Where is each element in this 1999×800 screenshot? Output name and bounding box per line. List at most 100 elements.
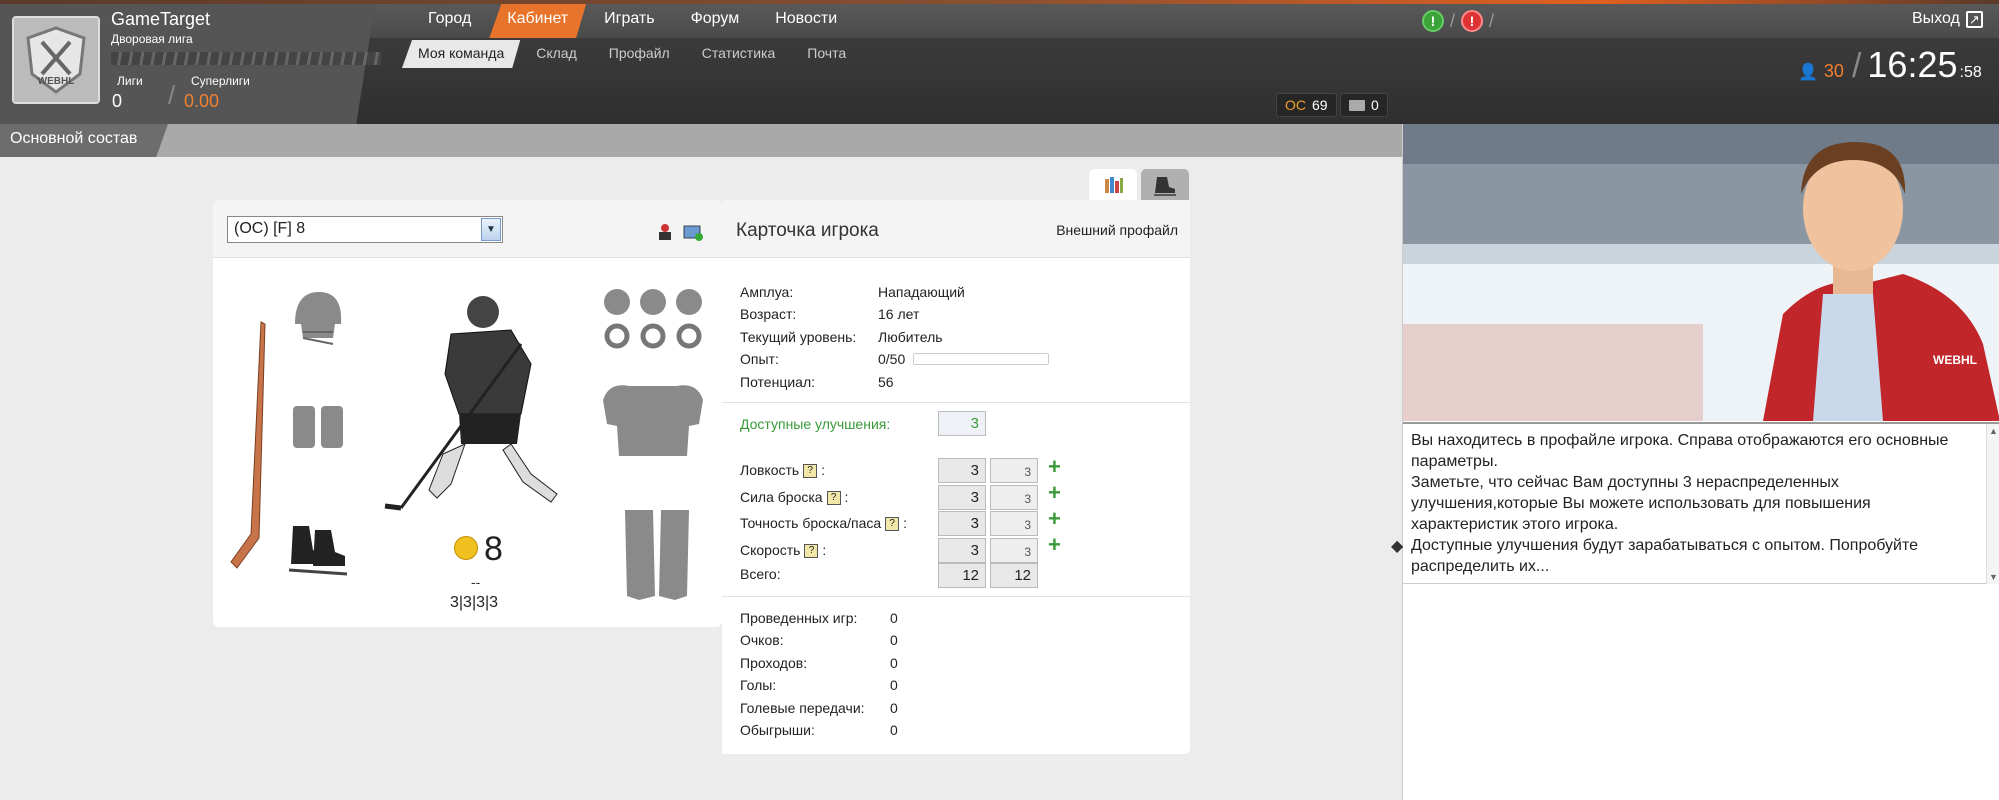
gloves-slot-icon[interactable] bbox=[291, 404, 347, 452]
team-logo[interactable]: WEBHL bbox=[12, 16, 100, 104]
league-progress-bar bbox=[111, 52, 381, 65]
scroll-down-icon[interactable]: ▼ bbox=[1989, 572, 1998, 582]
help-icon[interactable]: ? bbox=[803, 464, 818, 479]
tab-equipment-view[interactable] bbox=[1141, 169, 1189, 201]
player-dashes: -- bbox=[471, 574, 481, 590]
skill-colon: : bbox=[844, 489, 849, 505]
skill-current: 3 bbox=[990, 485, 1038, 510]
skill-current: 3 bbox=[990, 458, 1038, 483]
player-transfer-icon[interactable] bbox=[655, 222, 675, 242]
skill-row-accuracy: Точность броска/паса? : bbox=[740, 515, 907, 532]
subnav-item-warehouse[interactable]: Склад bbox=[520, 40, 593, 68]
skill-base: 3 bbox=[938, 538, 986, 563]
superleagues-label: Суперлиги bbox=[191, 74, 250, 88]
card-header: (ОС) [F] 8 ▼ bbox=[213, 200, 722, 258]
help-icon[interactable]: ? bbox=[826, 491, 841, 506]
add-skill-button[interactable]: + bbox=[1048, 506, 1061, 532]
info-label: Возраст: bbox=[740, 306, 797, 322]
stat-value: 0 bbox=[890, 677, 898, 693]
help-icon[interactable]: ? bbox=[804, 544, 819, 559]
message-line: Заметьте, что сейчас Вам доступны 3 нера… bbox=[1411, 474, 1871, 533]
message-line: Доступные улучшения будут зарабатываться… bbox=[1411, 537, 1919, 575]
separator-slash: / bbox=[168, 80, 176, 110]
info-value: 0/50 bbox=[878, 351, 906, 367]
smiley-mood-icon bbox=[454, 536, 478, 560]
subnav-item-my-team[interactable]: Моя команда bbox=[402, 40, 520, 68]
helmet-slot-icon[interactable] bbox=[289, 288, 345, 352]
player-figure bbox=[384, 296, 558, 511]
tab-stats-view[interactable] bbox=[1089, 169, 1137, 201]
upgrades-label: Доступные улучшения: bbox=[740, 416, 891, 432]
total-current: 12 bbox=[990, 563, 1038, 588]
username[interactable]: GameTarget bbox=[111, 9, 210, 30]
total-label: Всего: bbox=[740, 566, 781, 582]
external-profile-link[interactable]: Внешний профайл bbox=[1056, 222, 1178, 238]
nav-item-play[interactable]: Играть bbox=[586, 4, 672, 38]
coach-image: WEBHL bbox=[1403, 124, 1999, 421]
nav-item-forum[interactable]: Форум bbox=[673, 4, 758, 38]
subnav-item-statistics[interactable]: Статистика bbox=[686, 40, 792, 68]
nav-item-city[interactable]: Город bbox=[410, 4, 489, 38]
subnav-item-profile[interactable]: Профайл bbox=[593, 40, 686, 68]
info-value: 56 bbox=[878, 374, 894, 390]
status-clock: 👤 30 / 16:25 :58 bbox=[1798, 44, 1982, 86]
id-card-icon[interactable] bbox=[683, 222, 703, 242]
sub-nav: Моя команда Склад Профайл Статистика Поч… bbox=[402, 40, 862, 68]
tab-main-lineup[interactable]: Основной состав bbox=[0, 124, 168, 157]
chest-protector-slot-icon[interactable] bbox=[599, 380, 707, 460]
oc-counter[interactable]: ОС 69 bbox=[1276, 93, 1337, 117]
skill-label: Сила броска bbox=[740, 489, 823, 505]
stat-value: 0 bbox=[890, 610, 898, 626]
accessories-slot-icons[interactable] bbox=[601, 286, 705, 350]
skill-row-speed: Скорость? : bbox=[740, 542, 826, 559]
time-seconds: :58 bbox=[1959, 64, 1982, 81]
coach-illustration: WEBHL bbox=[1403, 124, 1999, 421]
total-base: 12 bbox=[938, 563, 986, 588]
skill-summary: 3|3|3|3 bbox=[450, 594, 499, 611]
nav-item-cabinet[interactable]: Кабинет bbox=[489, 4, 586, 38]
stat-value: 0 bbox=[890, 632, 898, 648]
hockey-shield-icon: WEBHL bbox=[26, 26, 86, 94]
people-icon: 👤 bbox=[1798, 64, 1818, 81]
stat-label: Обыгрыши: bbox=[740, 722, 815, 738]
league-name: Дворовая лига bbox=[111, 32, 193, 46]
skill-label: Точность броска/паса bbox=[740, 515, 882, 531]
skill-base: 3 bbox=[938, 458, 986, 483]
divider bbox=[722, 402, 1190, 403]
add-skill-button[interactable]: + bbox=[1048, 480, 1061, 506]
red-alert-icon[interactable]: ! bbox=[1461, 10, 1484, 32]
player-select[interactable]: (ОС) [F] 8 ▼ bbox=[227, 216, 503, 243]
leagues-value: 0 bbox=[112, 91, 123, 111]
help-icon[interactable]: ? bbox=[885, 517, 900, 532]
skill-colon: : bbox=[821, 462, 825, 478]
add-skill-button[interactable]: + bbox=[1048, 454, 1061, 480]
separator-slash: / bbox=[1489, 10, 1495, 31]
message-scrollbar[interactable]: ▲ ▼ bbox=[1986, 424, 1999, 584]
skill-row-agility: Ловкость? : bbox=[740, 462, 825, 479]
top-strip bbox=[0, 0, 1999, 4]
mail-counter[interactable]: 0 bbox=[1340, 93, 1388, 117]
bar-stats-icon bbox=[1105, 177, 1123, 193]
info-label: Потенциал: bbox=[740, 374, 815, 390]
subnav-item-mail[interactable]: Почта bbox=[791, 40, 862, 68]
arrow-left-icon: ◆ bbox=[1391, 538, 1404, 555]
skill-label: Ловкость bbox=[740, 462, 800, 478]
stat-label: Очков: bbox=[740, 632, 784, 648]
stat-value: 0 bbox=[890, 700, 898, 716]
scroll-up-icon[interactable]: ▲ bbox=[1989, 426, 1998, 436]
pants-slot-icon[interactable] bbox=[621, 506, 693, 602]
info-value: 16 лет bbox=[878, 306, 920, 322]
skates-slot-icon[interactable] bbox=[287, 520, 351, 580]
green-alert-icon[interactable]: ! bbox=[1422, 10, 1444, 32]
nav-item-news[interactable]: Новости bbox=[757, 4, 855, 38]
upgrades-value: 3 bbox=[938, 411, 986, 436]
player-select-value: (ОС) [F] 8 bbox=[234, 220, 306, 237]
add-skill-button[interactable]: + bbox=[1048, 532, 1061, 558]
skill-current: 3 bbox=[990, 511, 1038, 536]
main-nav: Город Кабинет Играть Форум Новости bbox=[410, 4, 855, 38]
oc-value: 69 bbox=[1312, 97, 1328, 113]
skill-base: 3 bbox=[938, 511, 986, 536]
exit-button[interactable]: Выход ↗ bbox=[1912, 10, 1983, 28]
chevron-down-icon[interactable]: ▼ bbox=[481, 218, 501, 241]
skate-icon bbox=[1154, 177, 1176, 196]
